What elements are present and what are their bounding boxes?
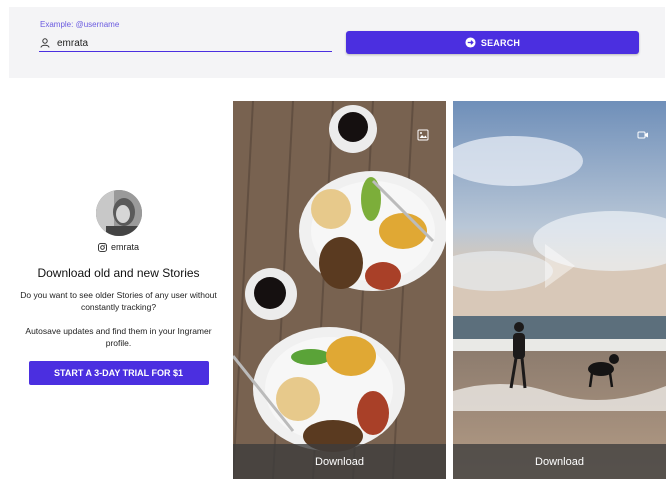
profile-handle-row: emrata <box>20 242 217 252</box>
search-panel: Example: @username SEARCH <box>9 7 665 78</box>
story-card: Download <box>453 101 666 479</box>
image-icon <box>417 129 429 141</box>
download-button[interactable]: Download <box>453 444 666 479</box>
avatar <box>95 190 142 236</box>
video-icon <box>637 131 648 139</box>
download-button[interactable]: Download <box>233 444 446 479</box>
promo-text: Do you want to see older Stories of any … <box>20 290 217 312</box>
instagram-icon <box>98 242 107 252</box>
story-video-thumbnail <box>453 101 666 479</box>
user-icon <box>40 38 50 48</box>
promo-text-secondary: Autosave updates and find them in your I… <box>25 326 212 348</box>
trial-button[interactable]: START A 3-DAY TRIAL FOR $1 <box>28 361 209 385</box>
profile-handle: emrata <box>110 242 139 252</box>
search-button[interactable]: SEARCH <box>346 31 639 54</box>
search-field[interactable] <box>39 35 332 52</box>
profile-panel: emrata Download old and new Stories Do y… <box>20 190 217 385</box>
story-image <box>233 101 446 479</box>
play-icon[interactable] <box>545 244 575 288</box>
story-card: Download <box>233 101 446 479</box>
search-field-label: Example: @username <box>40 20 120 29</box>
search-button-label: SEARCH <box>480 37 521 48</box>
search-input[interactable] <box>57 37 307 49</box>
promo-title: Download old and new Stories <box>37 266 200 280</box>
arrow-right-icon <box>465 37 476 48</box>
